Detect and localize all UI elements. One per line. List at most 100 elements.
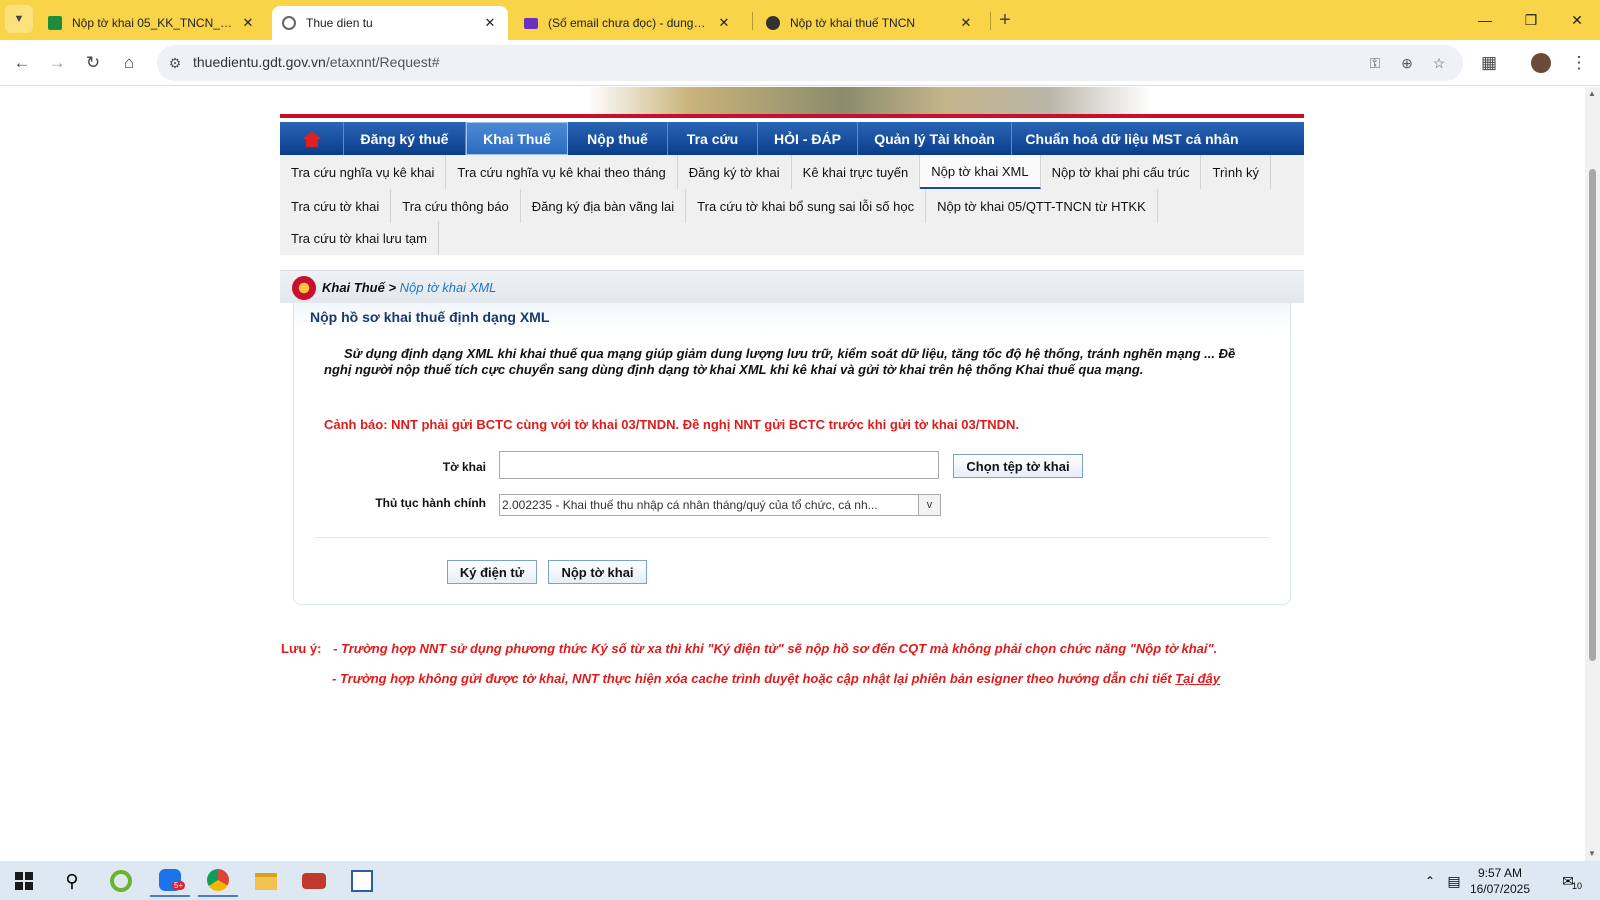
game-app-icon[interactable]: [294, 865, 334, 897]
new-tab-button[interactable]: +: [990, 5, 1020, 35]
main-nav-dang-ky-thue[interactable]: Đăng ký thuế: [344, 122, 466, 155]
coccoc-icon[interactable]: [101, 865, 141, 897]
procedure-selected-value: 2.002235 - Khai thuế thu nhập cá nhân th…: [502, 498, 878, 512]
site-icon: [766, 16, 780, 30]
sub-nav-row-2: Tra cứu tờ khai Tra cứu thông báo Đăng k…: [280, 189, 1158, 223]
globe-icon: [282, 16, 296, 30]
subnav-dang-ky-to-khai[interactable]: Đăng ký tờ khai: [678, 155, 792, 189]
tab-title: Thue dien tu: [306, 16, 373, 30]
subnav-nop-to-khai-phi-cau-truc[interactable]: Nộp tờ khai phi cấu trúc: [1041, 155, 1202, 189]
tab-title: Nộp tờ khai 05_KK_TNCN_TT80: [72, 16, 234, 30]
tray-chevron-up-icon[interactable]: ⌃: [1420, 865, 1440, 897]
back-icon[interactable]: ←: [7, 48, 37, 78]
procedure-select[interactable]: 2.002235 - Khai thuế thu nhập cá nhân th…: [499, 494, 941, 516]
subnav-tra-cuu-to-khai[interactable]: Tra cứu tờ khai: [280, 189, 392, 223]
subnav-nop-05-qtt[interactable]: Nộp tờ khai 05/QTT-TNCN từ HTKK: [926, 189, 1158, 223]
subnav-tra-cuu-luu-tam[interactable]: Tra cứu tờ khai lưu tạm: [280, 221, 439, 255]
windows-icon: [15, 872, 33, 890]
subnav-tra-cuu-bo-sung[interactable]: Tra cứu tờ khai bổ sung sai lỗi số học: [686, 189, 927, 223]
extensions-icon[interactable]: ▦: [1474, 48, 1504, 78]
network-icon[interactable]: ▤: [1442, 865, 1466, 897]
chevron-down-icon[interactable]: v: [918, 495, 940, 515]
address-bar[interactable]: ⚙ thuedientu.gdt.gov.vn/etaxnnt/Request#…: [157, 45, 1463, 81]
browser-tab-2[interactable]: Thue dien tu ✕: [272, 6, 508, 40]
main-nav-home[interactable]: [280, 122, 344, 155]
tab-title: Nộp tờ khai thuế TNCN: [790, 16, 916, 30]
main-nav-chuan-hoa[interactable]: Chuẩn hoá dữ liệu MST cá nhân: [1012, 122, 1252, 155]
home-icon[interactable]: ⌂: [114, 48, 144, 78]
sign-button[interactable]: Ký điện tử: [447, 560, 537, 584]
menu-icon[interactable]: ⋮: [1564, 48, 1594, 78]
taskbar: ⚲ 5+ ⌃ ▤ 9:57 AM 16/07/2025 ✉ 10: [0, 861, 1600, 900]
system-clock[interactable]: 9:57 AM 16/07/2025: [1470, 865, 1530, 897]
warning-text: Cảnh báo: NNT phải gửi BCTC cùng với tờ …: [324, 417, 1020, 432]
choose-file-button[interactable]: Chọn tệp tờ khai: [953, 454, 1083, 478]
help-link[interactable]: Tại đây: [1175, 671, 1220, 686]
clock-time: 9:57 AM: [1477, 866, 1522, 880]
zalo-icon[interactable]: 5+: [150, 865, 190, 897]
browser-tab-4[interactable]: Nộp tờ khai thuế TNCN ✕: [756, 6, 984, 40]
main-nav: Đăng ký thuế Khai Thuế Nộp thuế Tra cứu …: [280, 122, 1304, 155]
profile-avatar[interactable]: [1526, 48, 1556, 78]
note-label: Lưu ý:: [281, 641, 322, 656]
breadcrumb-current[interactable]: Nộp tờ khai XML: [400, 280, 497, 295]
key-icon[interactable]: ⚿: [1365, 53, 1385, 73]
scrollbar-thumb[interactable]: [1589, 169, 1596, 661]
subnav-tra-cuu-nghia-vu-thang[interactable]: Tra cứu nghĩa vụ kê khai theo tháng: [446, 155, 678, 189]
submit-button[interactable]: Nộp tờ khai: [548, 560, 647, 584]
browser-tab-3[interactable]: (Số email chưa đọc) - dungcuon ✕: [514, 6, 742, 40]
banner-divider: [280, 114, 1304, 118]
clock-date: 16/07/2025: [1469, 882, 1530, 896]
subnav-tra-cuu-thong-bao[interactable]: Tra cứu thông báo: [391, 189, 521, 223]
panel-title: Nộp hồ sơ khai thuế định dạng XML: [310, 309, 550, 325]
close-icon[interactable]: ✕: [716, 15, 732, 31]
reload-icon[interactable]: ↻: [78, 48, 108, 78]
browser-tab-strip: ▼ Nộp tờ khai 05_KK_TNCN_TT80 ✕ Thue die…: [0, 0, 1600, 40]
breadcrumb: Khai Thuế > Nộp tờ khai XML: [280, 270, 1304, 303]
search-icon[interactable]: ⚲: [52, 865, 92, 897]
forward-icon[interactable]: →: [42, 48, 72, 78]
browser-tab-1[interactable]: Nộp tờ khai 05_KK_TNCN_TT80 ✕: [38, 6, 266, 40]
scroll-down-icon[interactable]: ▼: [1588, 849, 1596, 858]
subnav-dang-ky-dia-ban[interactable]: Đăng ký địa bàn vãng lai: [521, 189, 687, 223]
close-window-button[interactable]: ✕: [1554, 0, 1600, 40]
subnav-ke-khai-truc-tuyen[interactable]: Kê khai trực tuyến: [792, 155, 921, 189]
note-text-2: - Trường hợp không gửi được tờ khai, NNT…: [332, 671, 1176, 686]
note-line-1: Lưu ý: - Trường hợp NNT sử dụng phương t…: [281, 641, 1217, 656]
zoom-icon[interactable]: ⊕: [1397, 53, 1417, 73]
subnav-trinh-ky[interactable]: Trình ký: [1201, 155, 1271, 189]
sub-nav: Tra cứu nghĩa vụ kê khai Tra cứu nghĩa v…: [280, 155, 1304, 255]
url-text[interactable]: thuedientu.gdt.gov.vn/etaxnnt/Request#: [193, 54, 439, 70]
page-scrollbar[interactable]: ▲ ▼: [1585, 87, 1600, 861]
minimize-button[interactable]: —: [1462, 0, 1508, 40]
breadcrumb-parent[interactable]: Khai Thuế: [322, 280, 385, 295]
xml-submit-panel: Nộp hồ sơ khai thuế định dạng XML Sử dụn…: [293, 303, 1291, 605]
scroll-up-icon[interactable]: ▲: [1588, 89, 1596, 98]
notification-icon[interactable]: ✉ 10: [1550, 865, 1586, 897]
tab-title: (Số email chưa đọc) - dungcuon: [548, 16, 710, 30]
main-nav-khai-thue[interactable]: Khai Thuế: [466, 122, 568, 155]
form-divider: [314, 537, 1270, 538]
zalo-badge: 5+: [172, 881, 186, 890]
tab-search-button[interactable]: ▼: [5, 5, 33, 33]
site-info-icon[interactable]: ⚙: [165, 53, 185, 73]
note-text-1: - Trường hợp NNT sử dụng phương thức Ký …: [333, 641, 1218, 656]
main-nav-nop-thue[interactable]: Nộp thuế: [568, 122, 668, 155]
subnav-tra-cuu-nghia-vu[interactable]: Tra cứu nghĩa vụ kê khai: [280, 155, 447, 189]
close-icon[interactable]: ✕: [958, 15, 974, 31]
calculator-app-icon[interactable]: [342, 865, 382, 897]
restore-button[interactable]: ❐: [1508, 0, 1554, 40]
intro-text: Sử dụng định dạng XML khi khai thuế qua …: [324, 346, 1236, 377]
start-button[interactable]: [4, 865, 44, 897]
main-nav-tra-cuu[interactable]: Tra cứu: [668, 122, 758, 155]
home-icon: [302, 130, 321, 147]
main-nav-quan-ly-tai-khoan[interactable]: Quản lý Tài khoản: [858, 122, 1012, 155]
file-input[interactable]: [499, 451, 939, 479]
close-icon[interactable]: ✕: [482, 15, 498, 31]
chrome-icon[interactable]: [198, 865, 238, 897]
file-explorer-icon[interactable]: [246, 865, 286, 897]
main-nav-hoi-dap[interactable]: HỎI - ĐÁP: [758, 122, 858, 155]
close-icon[interactable]: ✕: [240, 15, 256, 31]
subnav-nop-to-khai-xml[interactable]: Nộp tờ khai XML: [920, 155, 1041, 189]
bookmark-star-icon[interactable]: ☆: [1429, 53, 1449, 73]
